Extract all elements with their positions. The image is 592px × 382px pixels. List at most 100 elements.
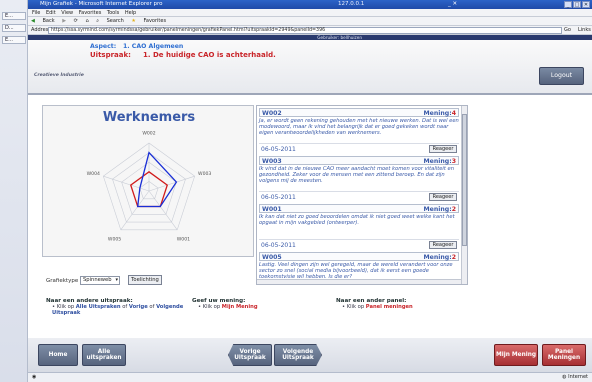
opinion-date: 06-05-2011 bbox=[261, 242, 296, 249]
taskbar-item-label: E... bbox=[5, 37, 13, 43]
horizontal-scrollbar[interactable] bbox=[257, 279, 461, 284]
opinion-user: W001 bbox=[262, 206, 282, 213]
menu-file[interactable]: File bbox=[32, 10, 40, 16]
opinion-score-label: Mening: bbox=[423, 254, 452, 261]
address-bar: Address https://ssa.syrmind.com/syrminds… bbox=[28, 26, 592, 35]
volgende-uitspraak-button[interactable]: Volgende Uitspraak bbox=[274, 344, 322, 366]
taskbar-item[interactable]: E... bbox=[2, 36, 26, 44]
go-button[interactable]: Go bbox=[564, 26, 571, 35]
scrollbar-thumb[interactable] bbox=[462, 114, 467, 246]
opinion-text: Lastig. Veel dingen zijn wel geregeld, m… bbox=[259, 262, 453, 278]
toelichting-button[interactable]: Toelichting bbox=[128, 275, 162, 285]
radar-axis-label: W004 bbox=[87, 171, 100, 177]
maximize-icon[interactable]: □ bbox=[573, 1, 581, 8]
radar-chart: W002 W003 W001 W005 W004 bbox=[87, 130, 212, 242]
radar-axis-label: W002 bbox=[142, 130, 155, 136]
opinion-header: W002 Mening:4 bbox=[259, 108, 459, 117]
address-input[interactable]: https://ssa.syrmind.com/syrmindssa/gebru… bbox=[48, 27, 562, 34]
bottom-nav: Home Alle uitspraken Vorige Uitspraak Vo… bbox=[28, 338, 592, 372]
opinion-header: W001 Mening:2 bbox=[259, 204, 459, 213]
opinion-card: W001 Mening:2 Ik kan dat niet zo goed be… bbox=[259, 204, 459, 251]
aspect-value: 1. CAO Algemeen bbox=[123, 43, 184, 50]
status-bar: ◉ ◍ Internet bbox=[28, 372, 592, 382]
brand-logo-text: Creatieve Industrie bbox=[34, 73, 84, 78]
help-link-vorige[interactable]: Vorige bbox=[129, 304, 148, 310]
search-button[interactable]: Search bbox=[107, 18, 124, 24]
opinion-score-value: 2 bbox=[451, 254, 456, 261]
taskbar-item[interactable]: D... bbox=[2, 24, 26, 32]
logout-button[interactable]: Logout bbox=[539, 67, 584, 85]
vertical-scrollbar[interactable] bbox=[461, 106, 467, 284]
opinion-score: Mening:2 bbox=[423, 254, 456, 261]
menu-bar: File Edit View Favorites Tools Help bbox=[28, 9, 592, 17]
favorites-icon[interactable]: ★ bbox=[131, 18, 135, 24]
taskbar-strip: E... D... E... bbox=[0, 0, 28, 382]
menu-help[interactable]: Help bbox=[125, 10, 136, 16]
opinion-text: Ja, er wordt geen rekening gehouden met … bbox=[259, 118, 459, 137]
radar-axis-label: W005 bbox=[108, 236, 121, 242]
window-titlebar: Mijn Grafiek - Microsoft Internet Explor… bbox=[28, 0, 592, 9]
taskbar-item-label: D... bbox=[5, 25, 14, 31]
home-button[interactable]: Home bbox=[38, 344, 78, 366]
opinion-date: 06-05-2011 bbox=[261, 146, 296, 153]
menu-tools[interactable]: Tools bbox=[107, 10, 119, 16]
opinion-user: W005 bbox=[262, 254, 282, 261]
opinion-score-value: 4 bbox=[451, 110, 456, 117]
opinion-score-value: 3 bbox=[451, 158, 456, 165]
back-icon[interactable]: ◀ bbox=[31, 18, 35, 24]
react-button[interactable]: Reageer bbox=[429, 241, 457, 249]
opinion-score-label: Mening: bbox=[423, 206, 452, 213]
radar-axis-label: W003 bbox=[198, 171, 211, 177]
opinion-text: Ik vind dat in de nieuwe CAO meer aandac… bbox=[259, 166, 455, 185]
opinion-text: Ik kan dat niet zo goed beoordelen omdat… bbox=[259, 214, 455, 227]
opinion-user: W003 bbox=[262, 158, 282, 165]
help-link-mijn[interactable]: Mijn Mening bbox=[222, 304, 258, 310]
window-controls-text[interactable]: _ ✕ bbox=[448, 0, 457, 9]
opinion-score: Mening:3 bbox=[423, 158, 456, 165]
alle-uitspraken-button[interactable]: Alle uitspraken bbox=[82, 344, 126, 366]
links-button[interactable]: Links bbox=[578, 26, 591, 35]
taskbar-item-label: E... bbox=[5, 13, 13, 19]
help-link-alle[interactable]: Alle Uitspraken bbox=[76, 304, 121, 310]
help-text: of bbox=[149, 304, 155, 310]
favorites-button[interactable]: Favorites bbox=[143, 18, 166, 24]
opinion-score: Mening:4 bbox=[423, 110, 456, 117]
mijn-mening-button[interactable]: Mijn Mening bbox=[494, 344, 538, 366]
opinion-card: W003 Mening:3 Ik vind dat in de nieuwe C… bbox=[259, 156, 459, 203]
aspect-label: Aspect: bbox=[90, 43, 117, 50]
chevron-down-icon[interactable]: ▾ bbox=[115, 277, 118, 284]
globe-icon: ◍ bbox=[562, 374, 567, 380]
opinion-date: 06-05-2011 bbox=[261, 194, 296, 201]
minimize-icon[interactable]: _ bbox=[564, 1, 572, 8]
taskbar-item[interactable]: E... bbox=[2, 12, 26, 20]
react-button[interactable]: Reageer bbox=[429, 145, 457, 153]
home-icon[interactable]: ⌂ bbox=[85, 18, 88, 24]
opinion-score-value: 2 bbox=[451, 206, 456, 213]
panel-meningen-button[interactable]: Panel Meningen bbox=[542, 344, 586, 366]
forward-icon[interactable]: ▶ bbox=[62, 18, 66, 24]
vorige-uitspraak-button[interactable]: Vorige Uitspraak bbox=[228, 344, 272, 366]
menu-favorites[interactable]: Favorites bbox=[79, 10, 102, 16]
react-button[interactable]: Reageer bbox=[429, 193, 457, 201]
opinion-header: W003 Mening:3 bbox=[259, 156, 459, 165]
refresh-icon[interactable]: ⟳ bbox=[74, 18, 78, 24]
opinion-footer: 06-05-2011 Reageer bbox=[259, 239, 459, 249]
help-link-panel[interactable]: Panel meningen bbox=[366, 304, 413, 310]
opinion-score-label: Mening: bbox=[423, 158, 452, 165]
statement-value: 1. De huidige CAO is achterhaald. bbox=[143, 51, 276, 59]
opinion-footer: 06-05-2011 Reageer bbox=[259, 191, 459, 201]
search-icon[interactable]: ⌕ bbox=[96, 18, 99, 24]
opinion-card: W002 Mening:4 Ja, er wordt geen rekening… bbox=[259, 108, 459, 155]
chart-type-select[interactable]: Spinneweb ▾ bbox=[80, 276, 120, 285]
back-button[interactable]: Back bbox=[42, 18, 54, 24]
status-zone: ◍ Internet bbox=[562, 373, 588, 382]
menu-edit[interactable]: Edit bbox=[46, 10, 56, 16]
opinions-list[interactable]: W002 Mening:4 Ja, er wordt geen rekening… bbox=[256, 105, 468, 285]
close-icon[interactable]: ✕ bbox=[582, 1, 590, 8]
opinion-score-label: Mening: bbox=[423, 110, 452, 117]
menu-view[interactable]: View bbox=[61, 10, 73, 16]
page-icon: ◉ bbox=[32, 374, 37, 380]
help-line: • Klik op Alle Uitspraken of Vorige of V… bbox=[52, 304, 184, 316]
opinion-user: W002 bbox=[262, 110, 282, 117]
opinion-header: W005 Mening:2 bbox=[259, 252, 459, 261]
